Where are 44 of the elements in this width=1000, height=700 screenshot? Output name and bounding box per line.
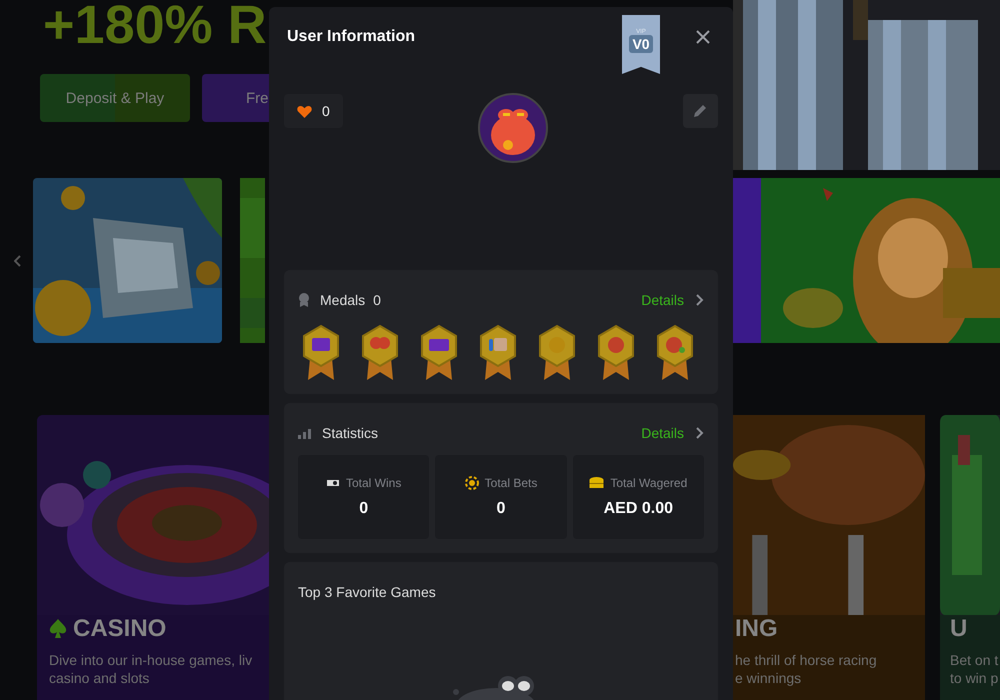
spade-icon — [49, 619, 67, 639]
avatar-icon — [478, 93, 548, 163]
coins-icon — [589, 476, 604, 490]
medal-icon — [536, 324, 578, 380]
close-icon[interactable] — [696, 30, 710, 44]
chevron-right-icon[interactable] — [696, 294, 704, 306]
medal-count: 0 — [373, 292, 381, 308]
chevron-right-icon[interactable] — [696, 427, 704, 439]
game-category-title: U — [950, 615, 968, 642]
game-category-description: he thrill of horse racing e winnings — [735, 651, 877, 687]
dialog-title: User Information — [287, 28, 416, 46]
details-link[interactable]: Details — [641, 292, 684, 308]
stat-label: Total Bets — [484, 476, 538, 490]
stat-value: AED 0.00 — [604, 500, 673, 518]
game-category-description: Dive into our in-house games, liv casino and slots — [49, 651, 252, 687]
edit-button[interactable] — [682, 94, 718, 128]
section-title: Medals — [320, 292, 366, 308]
chevron-left-icon[interactable] — [14, 254, 22, 266]
award-icon — [298, 293, 310, 307]
chip-icon — [464, 476, 479, 490]
medal-icon — [300, 324, 342, 380]
details-link[interactable]: Details — [641, 425, 684, 441]
section-title: Statistics — [322, 425, 378, 441]
stat-label: Total Wagered — [610, 476, 688, 490]
medal-icon — [477, 324, 519, 380]
medal-icon — [359, 324, 401, 380]
medal-icon — [654, 324, 696, 380]
section-title: Top 3 Favorite Games — [298, 584, 437, 600]
game-category-title: CASINO — [73, 615, 166, 643]
ticket-icon — [326, 477, 340, 489]
game-category-description: Bet on t to win p — [950, 651, 998, 687]
likes-counter[interactable]: 0 — [284, 94, 343, 128]
pencil-icon — [693, 104, 708, 118]
promo-button[interactable]: Deposit & Play — [40, 74, 190, 122]
stat-label: Total Wins — [346, 476, 402, 490]
bar-chart-icon — [298, 427, 312, 439]
promo-button[interactable]: Fre — [202, 74, 269, 122]
heart-icon — [297, 104, 312, 118]
medal-icon — [595, 324, 637, 380]
promo-headline: +180% R — [43, 0, 268, 57]
stat-value: 0 — [496, 500, 506, 518]
game-category-title: ING — [735, 615, 778, 642]
medal-icon — [418, 324, 460, 380]
stat-value: 0 — [359, 500, 368, 518]
